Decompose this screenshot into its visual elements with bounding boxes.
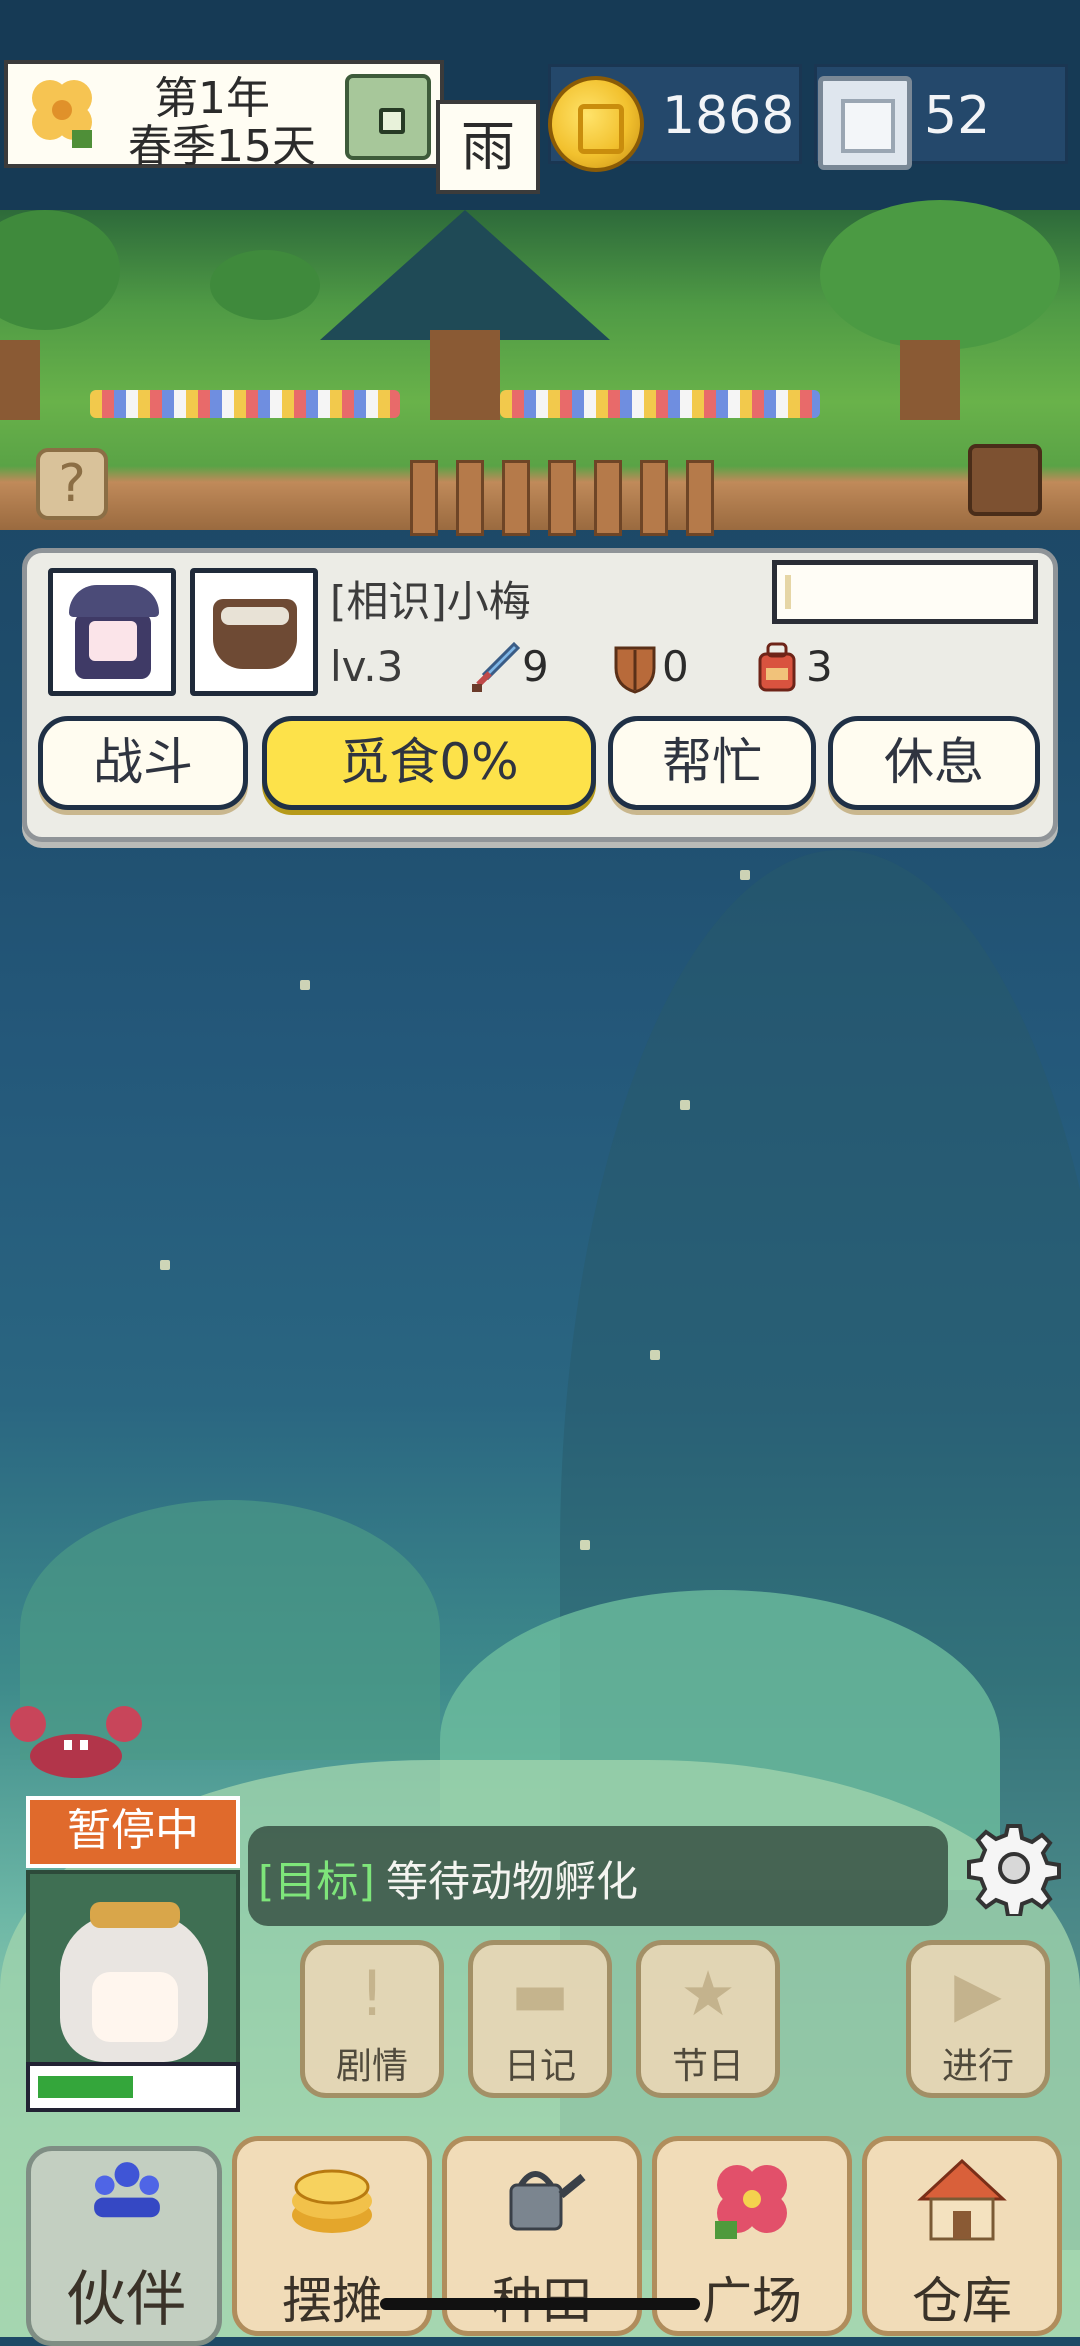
help-action-button[interactable]: 帮忙 (608, 716, 816, 810)
paused-badge: 暂停中 (26, 1796, 240, 1868)
fence-post (502, 460, 530, 536)
rain-particle (300, 980, 310, 990)
proceed-button[interactable]: ▶ 进行 (906, 1940, 1050, 2098)
rain-particle (680, 1100, 690, 1110)
watering-can-icon (509, 2171, 586, 2231)
home-indicator[interactable] (380, 2298, 700, 2310)
pine-tree (320, 210, 610, 340)
backpack-icon (758, 642, 796, 692)
nav-partner[interactable]: 伙伴 (26, 2146, 222, 2346)
bush (0, 210, 120, 330)
fence-post (456, 460, 484, 536)
forage-button[interactable]: 觅食0% (262, 716, 596, 810)
rest-button[interactable]: 休息 (828, 716, 1040, 810)
star-icon: ★ (680, 1957, 736, 2030)
defense-value: 0 (662, 642, 689, 691)
diary-label: 日记 (503, 2046, 576, 2087)
shield-icon (614, 646, 656, 694)
play-icon: ▶ (954, 1957, 1002, 2030)
flower-bed (90, 390, 400, 418)
flower-icon (715, 2165, 787, 2239)
rain-particle (160, 1260, 170, 1270)
coin-icon (548, 76, 644, 172)
nav-stall-label: 摆摊 (282, 2272, 382, 2330)
coin-stack-icon (292, 2169, 372, 2233)
festival-label: 节日 (671, 2046, 744, 2087)
fence-post (594, 460, 622, 536)
people-icon (94, 2162, 160, 2218)
sword-icon (472, 641, 520, 692)
rain-particle (740, 870, 750, 880)
weather-label: 雨 (436, 100, 540, 194)
rain-particle (650, 1350, 660, 1360)
festival-button[interactable]: ★ 节日 (636, 1940, 780, 2098)
clock-icon[interactable] (345, 74, 431, 160)
exclamation-icon: ! (359, 1957, 385, 2030)
flower-icon (32, 80, 92, 148)
speech-bubble-icon: ▬ (510, 1957, 570, 2030)
nav-storage[interactable]: 仓库 (862, 2136, 1062, 2336)
silver-block-icon (818, 76, 912, 170)
companion-level: lv.3 (330, 642, 404, 691)
nav-plaza-label: 广场 (702, 2272, 802, 2330)
gear-icon[interactable] (966, 1820, 1062, 1916)
attack-value: 9 (522, 642, 549, 691)
fence-post (640, 460, 668, 536)
energy-bar (26, 2062, 240, 2112)
goal-tag: [目标] (258, 1857, 375, 1906)
map-icon[interactable] (968, 444, 1042, 516)
companion-hp-bar (772, 560, 1038, 624)
nav-partner-label: 伙伴 (66, 2265, 186, 2335)
goal-text: 等待动物孵化 (386, 1857, 639, 1906)
nav-farm-label: 种田 (447, 2261, 637, 2333)
date-season-day: 春季15天 (128, 121, 316, 172)
rain-particle (580, 1540, 590, 1550)
story-label: 剧情 (335, 2046, 408, 2087)
fence-post (548, 460, 576, 536)
help-button[interactable]: ? (36, 448, 108, 520)
nav-storage-label: 仓库 (912, 2272, 1012, 2330)
diary-button[interactable]: ▬ 日记 (468, 1940, 612, 2098)
fence-post (410, 460, 438, 536)
story-button[interactable]: ! 剧情 (300, 1940, 444, 2098)
coin-amount: 1868 (662, 86, 795, 146)
house-icon (917, 2158, 1007, 2241)
tree-canopy (820, 200, 1060, 350)
gem-amount: 52 (924, 86, 991, 146)
tree-trunk (900, 340, 960, 420)
garden-scene (0, 200, 1080, 536)
bush (210, 250, 320, 320)
crab-icon (10, 1706, 142, 1778)
bag-value: 3 (806, 642, 833, 691)
companion-name: [相识]小梅 (330, 577, 531, 626)
tree-trunk (430, 330, 500, 420)
companion-portrait[interactable] (48, 568, 176, 696)
fight-button[interactable]: 战斗 (38, 716, 248, 810)
flower-bed (500, 390, 820, 418)
pet-portrait[interactable] (190, 568, 318, 696)
proceed-label: 进行 (941, 2046, 1014, 2087)
tree-trunk (0, 340, 40, 420)
fence-post (686, 460, 714, 536)
